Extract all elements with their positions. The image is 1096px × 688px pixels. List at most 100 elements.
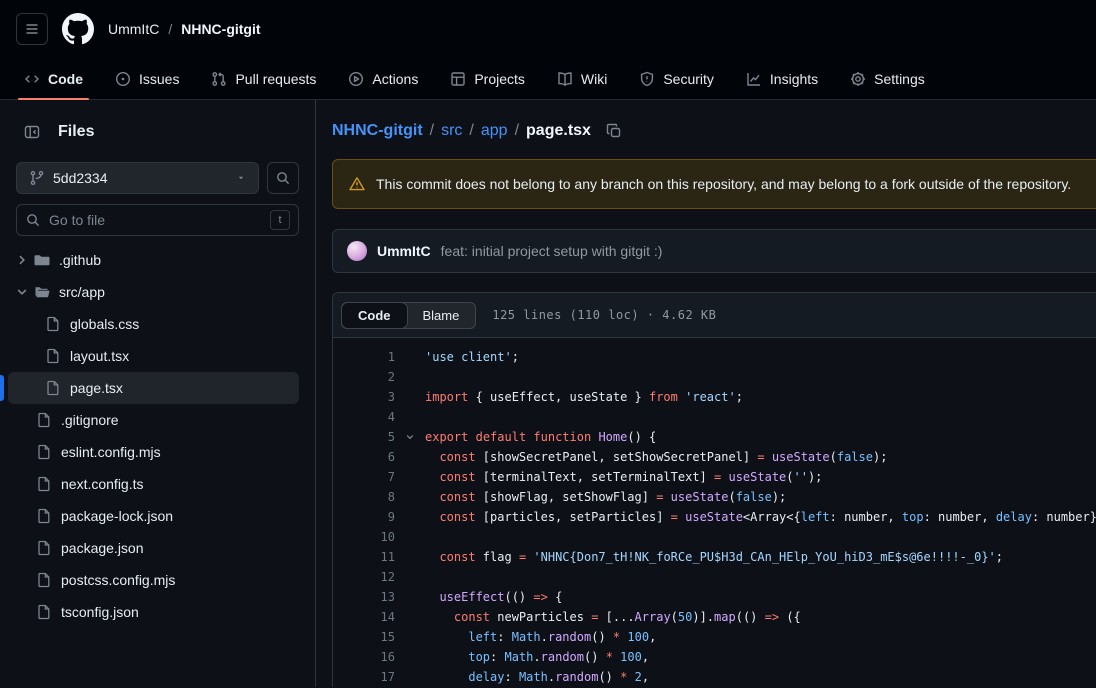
line-number[interactable]: 7 <box>333 467 395 487</box>
code-token: : number, <box>830 510 902 524</box>
go-to-file-field[interactable]: t <box>16 204 299 236</box>
warning-triangle-icon <box>349 176 365 192</box>
line-number[interactable]: 13 <box>333 587 395 607</box>
commit-message[interactable]: feat: initial project setup with gitgit … <box>441 243 663 259</box>
code-token: random <box>541 650 584 664</box>
code-token: : <box>504 670 518 684</box>
tree-folder-src/app[interactable]: src/app <box>8 276 299 308</box>
code-token: Home <box>598 430 627 444</box>
code-token: false <box>736 490 772 504</box>
nav-tab-code[interactable]: Code <box>12 58 95 99</box>
search-icon <box>275 170 291 186</box>
tree-file-eslint.config.mjs[interactable]: eslint.config.mjs <box>8 436 299 468</box>
nav-tab-issues[interactable]: Issues <box>103 58 191 99</box>
header-breadcrumb: UmmItC / NHNC-gitgit <box>108 21 261 37</box>
file-main-panel: NHNC-gitgit / src / app / page.tsx This … <box>316 100 1096 687</box>
line-number[interactable]: 14 <box>333 607 395 627</box>
line-number[interactable]: 11 <box>333 547 395 567</box>
code-panel: Code Blame 125 lines (110 loc) · 4.62 KB… <box>332 292 1096 687</box>
nav-tab-projects[interactable]: Projects <box>438 58 537 99</box>
go-to-file-input[interactable] <box>49 212 262 228</box>
tree-file-next.config.ts[interactable]: next.config.ts <box>8 468 299 500</box>
nav-tab-pull-requests[interactable]: Pull requests <box>199 58 328 99</box>
tree-file-layout.tsx[interactable]: layout.tsx <box>8 340 299 372</box>
code-token: [particles, setParticles] <box>476 510 671 524</box>
line-number[interactable]: 5 <box>333 427 395 447</box>
code-token: const <box>439 490 475 504</box>
breadcrumb: NHNC-gitgit / src / app / page.tsx <box>332 122 1096 140</box>
nav-tab-wiki[interactable]: Wiki <box>545 58 619 99</box>
tree-item-label: layout.tsx <box>70 348 129 364</box>
line-number[interactable]: 4 <box>333 407 395 427</box>
code-token: top <box>902 510 924 524</box>
tree-file-tsconfig.json[interactable]: tsconfig.json <box>8 596 299 628</box>
nav-tab-settings[interactable]: Settings <box>838 58 937 99</box>
line-number[interactable]: 3 <box>333 387 395 407</box>
code-token: [terminalText, setTerminalText] <box>476 470 714 484</box>
tree-file-page.tsx[interactable]: page.tsx <box>8 372 299 404</box>
header-owner-link[interactable]: UmmItC <box>108 21 159 37</box>
sidebar-search-button[interactable] <box>267 162 299 194</box>
line-number[interactable]: 1 <box>333 347 395 367</box>
tree-item-label: eslint.config.mjs <box>61 444 161 460</box>
line-number[interactable]: 6 <box>333 447 395 467</box>
code-line-7: 7 const [terminalText, setTerminalText] … <box>333 467 1096 487</box>
code-line-3: 3import { useEffect, useState } from 're… <box>333 387 1096 407</box>
code-token: ({ <box>779 610 801 624</box>
code-token: useState <box>772 450 830 464</box>
collapse-chevron-icon[interactable] <box>404 431 416 443</box>
caret-down-icon <box>236 173 246 183</box>
hamburger-menu-button[interactable] <box>16 13 48 45</box>
tab-code[interactable]: Code <box>342 303 407 328</box>
line-number[interactable]: 15 <box>333 627 395 647</box>
code-token: () <box>591 630 613 644</box>
code-token: = <box>757 450 764 464</box>
line-number[interactable]: 8 <box>333 487 395 507</box>
header-repo-link[interactable]: NHNC-gitgit <box>181 21 260 37</box>
breadcrumb-src-link[interactable]: src <box>441 122 462 140</box>
nav-tab-security[interactable]: Security <box>627 58 726 99</box>
line-number[interactable]: 16 <box>333 647 395 667</box>
tree-file-package-lock.json[interactable]: package-lock.json <box>8 500 299 532</box>
line-number[interactable]: 2 <box>333 367 395 387</box>
code-token: () { <box>627 430 656 444</box>
collapse-gutter <box>395 527 425 547</box>
code-token: 100 <box>627 630 649 644</box>
copy-path-icon[interactable] <box>606 123 622 139</box>
code-text: const newParticles = [...Array(50)].map(… <box>425 607 801 627</box>
code-token: (() <box>736 610 765 624</box>
line-number[interactable]: 9 <box>333 507 395 527</box>
hamburger-icon <box>24 21 40 37</box>
github-logo-icon[interactable] <box>62 13 94 45</box>
tree-file-globals.css[interactable]: globals.css <box>8 308 299 340</box>
file-tree-sidebar: Files 5dd2334 t .githubsrc/appgl <box>0 100 316 687</box>
line-number[interactable]: 10 <box>333 527 395 547</box>
code-token: ; <box>736 390 743 404</box>
code-token: default <box>476 430 527 444</box>
breadcrumb-app-link[interactable]: app <box>481 122 508 140</box>
code-token: 2 <box>635 670 642 684</box>
code-token: : number, <box>924 510 996 524</box>
code-text: const flag = 'NHNC{Don7_tH!NK_foRCe_PU$H… <box>425 547 1003 567</box>
tree-file-postcss.config.mjs[interactable]: postcss.config.mjs <box>8 564 299 596</box>
tree-file-package.json[interactable]: package.json <box>8 532 299 564</box>
commit-author-link[interactable]: UmmItC <box>377 243 431 259</box>
code-token: () <box>584 650 606 664</box>
avatar[interactable] <box>347 241 367 261</box>
latest-commit-bar: UmmItC feat: initial project setup with … <box>332 229 1096 273</box>
search-icon <box>25 212 41 228</box>
tree-file-.gitignore[interactable]: .gitignore <box>8 404 299 436</box>
line-number[interactable]: 12 <box>333 567 395 587</box>
branch-selector[interactable]: 5dd2334 <box>16 162 259 194</box>
line-number[interactable]: 17 <box>333 667 395 687</box>
breadcrumb-repo-link[interactable]: NHNC-gitgit <box>332 122 423 140</box>
nav-tab-actions[interactable]: Actions <box>336 58 430 99</box>
tab-blame[interactable]: Blame <box>407 303 476 328</box>
code-token: . <box>548 670 555 684</box>
code-token: : number}>>([]); <box>1032 510 1096 524</box>
tree-folder-.github[interactable]: .github <box>8 244 299 276</box>
nav-tab-label: Insights <box>770 71 818 87</box>
collapse-sidebar-button[interactable] <box>16 116 48 148</box>
nav-tab-insights[interactable]: Insights <box>734 58 830 99</box>
code-token: '' <box>794 470 808 484</box>
